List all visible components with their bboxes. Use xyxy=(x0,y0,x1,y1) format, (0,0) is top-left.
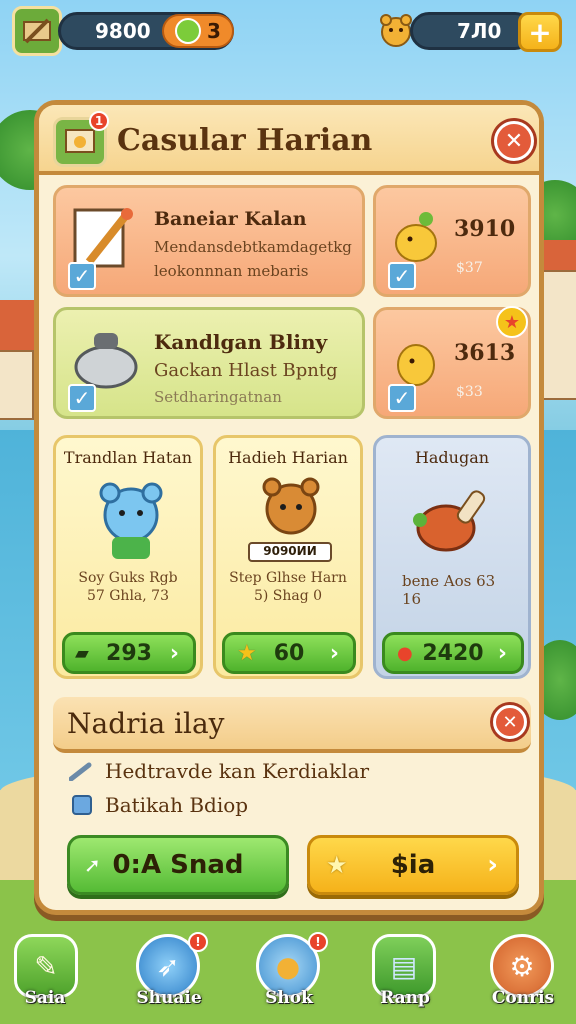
chevron-right-icon: › xyxy=(487,850,498,880)
feather-icon: ✎ xyxy=(34,949,58,983)
task-reward-card[interactable]: ✓ 3910 $37 xyxy=(373,185,531,297)
drumstick-icon xyxy=(404,478,500,566)
task-description: Setdharingatnan xyxy=(154,388,282,406)
feather-icon xyxy=(69,760,95,782)
checkbox-icon: ✓ xyxy=(68,262,96,290)
info-line: Batikah Bdiop xyxy=(69,793,248,817)
fruit-icon: ● xyxy=(397,642,413,664)
reward-description: 57 Ghla, 73 xyxy=(86,588,169,604)
top-bar: 9800 3 7Л0 + xyxy=(0,0,576,64)
gear-icon: ⚙ xyxy=(509,949,535,983)
task-description: Mendansdebtkamdagetkg xyxy=(154,238,352,256)
claim-all-label: 0:A Snad xyxy=(112,850,244,880)
compass-icon: ➶ xyxy=(156,949,180,983)
house xyxy=(540,270,576,400)
panel-title: Casular Harian xyxy=(117,123,373,158)
reward-description: 5) Shag 0 xyxy=(253,588,323,604)
task-reward-card[interactable]: ★ ✓ 3613 $33 xyxy=(373,306,531,419)
puzzle-icon xyxy=(69,794,95,816)
panel-header: 1 Casular Harian ✕ xyxy=(39,105,539,175)
task-reward-sub: $37 xyxy=(456,260,483,276)
checkbox-icon: ✓ xyxy=(388,262,416,290)
task-reward-value: 3910 xyxy=(454,216,516,242)
section-title: Nadria ilay xyxy=(67,707,225,740)
reward-title: Hadieh Harian xyxy=(228,448,348,467)
task-title: Baneiar Kalan xyxy=(154,208,307,230)
shop-button[interactable]: ★ $ia › xyxy=(307,835,519,895)
reward-description: Step Glhse Harn xyxy=(229,570,347,586)
notification-badge: ! xyxy=(188,932,208,952)
task-reward-sub: $33 xyxy=(456,384,483,400)
info-line: Hedtravde kan Kerdiaklar xyxy=(69,759,369,783)
nav-label: Conris xyxy=(491,988,555,1008)
reward-title: Trandlan Hatan xyxy=(63,448,193,467)
daily-tasks-panel: 1 Casular Harian ✕ ✓ Baneiar Kalan Menda… xyxy=(34,100,544,915)
reward-description: Soy Guks Rgb xyxy=(78,570,178,586)
claim-reward-button[interactable]: ▰ 293 › xyxy=(62,632,196,674)
shop-label: $ia xyxy=(390,850,436,880)
reward-description: 16 xyxy=(402,590,422,608)
notification-badge: 1 xyxy=(89,111,109,131)
nav-label: Ranp xyxy=(380,988,430,1008)
nav-label: Shok xyxy=(265,988,313,1008)
task-description: Gackan Hlast Bpntg xyxy=(154,360,338,381)
task-title: Kandlgan Bliny xyxy=(154,330,328,354)
checkbox-icon: ✓ xyxy=(68,384,96,412)
reward-title: Hadugan xyxy=(414,448,490,467)
claim-reward-label: 60 xyxy=(273,640,305,666)
info-text: Hedtravde kan Kerdiaklar xyxy=(105,759,370,783)
arrow-up-icon: ➚ xyxy=(84,853,101,877)
task-description: leokonnnan mebaris xyxy=(154,262,309,280)
map-icon[interactable] xyxy=(12,6,62,56)
chevron-right-icon: › xyxy=(497,640,507,666)
star-icon: ★ xyxy=(237,640,257,666)
claim-reward-label: 293 xyxy=(106,640,152,666)
reward-card[interactable]: Trandlan Hatan Soy Guks Rgb 57 Ghla, 73 … xyxy=(53,435,203,679)
gem-amount: 7Л0 xyxy=(457,19,502,43)
brown-bear-icon xyxy=(246,470,336,550)
nav-label: Shuaie xyxy=(136,988,202,1008)
plus-icon: + xyxy=(528,15,552,49)
gem-counter: 7Л0 xyxy=(410,12,534,50)
chevron-right-icon: › xyxy=(329,640,339,666)
house xyxy=(0,350,34,420)
bear-icon: ● xyxy=(275,949,301,983)
bread-icon: ▰ xyxy=(75,642,89,664)
star-icon: ★ xyxy=(326,851,348,879)
task-card[interactable]: ✓ Baneiar Kalan Mendansdebtkamdagetkg le… xyxy=(53,185,365,297)
reward-card[interactable]: Hadugan bene Aos 63 16 ● 2420 › xyxy=(373,435,531,679)
level-value: 3 xyxy=(207,19,221,43)
reward-description: bene Aos 63 xyxy=(402,572,496,590)
blue-bear-icon xyxy=(86,476,176,564)
reward-tag: 9090ИИ xyxy=(248,542,332,562)
clock-icon xyxy=(175,18,202,44)
claim-reward-label: 2420 xyxy=(422,640,484,666)
reward-card[interactable]: Hadieh Harian 9090ИИ Step Glhse Harn 5) … xyxy=(213,435,363,679)
star-badge: ★ xyxy=(496,306,528,338)
section-close-button[interactable]: ✕ xyxy=(493,705,527,739)
chevron-right-icon: › xyxy=(169,640,179,666)
level-badge[interactable]: 3 xyxy=(162,14,234,48)
close-button[interactable]: ✕ xyxy=(494,121,534,161)
add-gems-button[interactable]: + xyxy=(518,12,562,52)
checkbox-icon: ✓ xyxy=(388,384,416,412)
notification-badge: ! xyxy=(308,932,328,952)
chart-icon: ▤ xyxy=(390,949,418,983)
claim-all-button[interactable]: ➚ 0:A Snad xyxy=(67,835,289,895)
info-text: Batikah Bdiop xyxy=(105,793,249,817)
section-header: Nadria ilay ✕ xyxy=(53,697,531,753)
task-reward-value: 3613 xyxy=(454,340,516,366)
claim-reward-button[interactable]: ★ 60 › xyxy=(222,632,356,674)
task-card[interactable]: ✓ Kandlgan Bliny Gackan Hlast Bpntg Setd… xyxy=(53,307,365,419)
claim-reward-button[interactable]: ● 2420 › xyxy=(382,632,524,674)
nav-label: Saia xyxy=(24,988,66,1008)
coin-amount: 9800 xyxy=(95,19,151,43)
